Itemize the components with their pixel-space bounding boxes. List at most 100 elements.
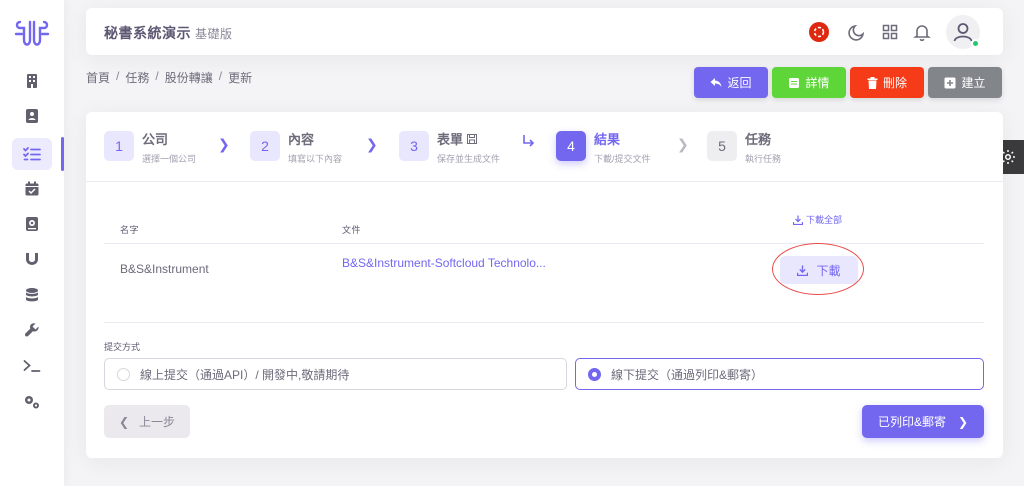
submit-offline-label: 線下提交（通過列印&郵寄） bbox=[611, 367, 764, 382]
step-task[interactable]: 5 任務 執行任務 bbox=[707, 129, 781, 165]
sidebar-item-address-book[interactable] bbox=[12, 208, 52, 240]
breadcrumb-home[interactable]: 首頁 bbox=[86, 69, 110, 86]
file-row-name: B&S&Instrument bbox=[120, 262, 209, 276]
printed-mailed-button[interactable]: 已列印&郵寄 ❯ bbox=[862, 405, 984, 438]
previous-step-label: 上一步 bbox=[139, 415, 176, 429]
step-subtitle: 下載/提交文件 bbox=[594, 154, 651, 164]
app-title: 秘書系統演示 基礎版 bbox=[104, 23, 233, 43]
plus-square-icon bbox=[944, 77, 956, 88]
step-title: 結果 bbox=[594, 132, 621, 147]
step-title: 任務 bbox=[745, 132, 772, 147]
reply-arrow-icon bbox=[710, 77, 722, 87]
sidebar-item-settings[interactable] bbox=[12, 386, 52, 418]
sidebar-item-magnet[interactable] bbox=[12, 243, 52, 275]
step-number: 4 bbox=[556, 131, 586, 161]
red-highlight-circle bbox=[772, 243, 864, 295]
step-title: 表單 bbox=[437, 129, 500, 148]
download-all-label: 下載全部 bbox=[806, 215, 843, 225]
step-subtitle: 填寫以下內容 bbox=[288, 154, 343, 164]
step-title-text: 表單 bbox=[437, 132, 464, 147]
step-form[interactable]: 3 表單 保存並生成文件 bbox=[399, 129, 500, 165]
trash-icon bbox=[867, 76, 878, 89]
detail-button-label: 詳情 bbox=[805, 76, 830, 90]
step-number: 1 bbox=[104, 131, 134, 161]
chevron-right-icon: ❯ bbox=[366, 136, 378, 152]
sidebar-item-tools[interactable] bbox=[12, 314, 52, 346]
table-header-divider bbox=[104, 243, 984, 244]
radio-offline[interactable] bbox=[588, 367, 601, 381]
cogs-icon bbox=[25, 396, 39, 409]
create-button[interactable]: 建立 bbox=[928, 67, 1002, 98]
address-book-icon bbox=[26, 217, 38, 231]
column-header-name: 名字 bbox=[120, 225, 140, 235]
submit-online-option[interactable]: 線上提交（通過API）/ 開發中,敬請期待 bbox=[104, 358, 567, 390]
calendar-check-icon bbox=[25, 181, 39, 196]
task-list-icon bbox=[23, 147, 41, 161]
sidebar bbox=[0, 0, 64, 486]
radio-online[interactable] bbox=[117, 367, 130, 381]
sidebar-item-calendar[interactable] bbox=[12, 173, 52, 205]
breadcrumb-tasks[interactable]: 任務 bbox=[125, 69, 149, 86]
turn-down-arrow-icon bbox=[522, 134, 536, 151]
terminal-icon bbox=[23, 360, 41, 372]
breadcrumb-separator: / bbox=[218, 69, 223, 83]
download-icon bbox=[793, 215, 803, 225]
back-button-label: 返回 bbox=[727, 76, 752, 90]
delete-button-label: 刪除 bbox=[882, 76, 907, 90]
submit-offline-option[interactable]: 線下提交（通過列印&郵寄） bbox=[575, 358, 984, 390]
sidebar-item-database[interactable] bbox=[12, 279, 52, 311]
printed-mailed-label: 已列印&郵寄 bbox=[877, 415, 946, 429]
step-title: 公司 bbox=[142, 132, 169, 147]
hong-kong-flag-icon bbox=[809, 22, 829, 42]
sidebar-item-companies[interactable] bbox=[12, 65, 52, 97]
breadcrumb-separator: / bbox=[116, 69, 120, 83]
chevron-right-icon: ❯ bbox=[957, 414, 969, 429]
grid-icon bbox=[882, 24, 898, 40]
document-icon bbox=[789, 77, 800, 88]
step-result[interactable]: 4 結果 下載/提交文件 bbox=[556, 129, 651, 165]
back-button[interactable]: 返回 bbox=[694, 67, 768, 98]
wizard-stepper: 1 公司 選擇一個公司 ❯ 2 內容 填寫以下內容 ❯ 3 表單 保存並生成文件 bbox=[86, 112, 1003, 182]
step-title: 內容 bbox=[288, 132, 315, 147]
building-icon bbox=[27, 74, 37, 88]
app-edition: 基礎版 bbox=[195, 27, 233, 41]
language-selector[interactable] bbox=[808, 21, 830, 43]
chevron-left-icon: ❮ bbox=[118, 414, 130, 429]
user-avatar[interactable] bbox=[946, 15, 980, 49]
breadcrumb-update: 更新 bbox=[228, 71, 253, 85]
sidebar-item-terminal[interactable] bbox=[12, 350, 52, 382]
app-logo[interactable] bbox=[8, 14, 56, 54]
step-content[interactable]: 2 內容 填寫以下內容 bbox=[250, 129, 342, 165]
step-number: 3 bbox=[399, 131, 429, 161]
step-subtitle: 執行任務 bbox=[745, 154, 782, 164]
breadcrumb-share-transfer[interactable]: 股份轉讓 bbox=[165, 69, 213, 86]
delete-button[interactable]: 刪除 bbox=[850, 67, 924, 98]
chevron-right-icon: ❯ bbox=[677, 136, 689, 152]
table-bottom-divider bbox=[104, 322, 984, 323]
step-company[interactable]: 1 公司 選擇一個公司 bbox=[104, 129, 196, 165]
moon-icon bbox=[848, 24, 865, 41]
submit-method-label: 提交方式 bbox=[104, 342, 141, 352]
file-row-link[interactable]: B&S&Instrument-Softcloud Technolo... bbox=[342, 256, 546, 270]
app-title-text: 秘書系統演示 bbox=[104, 25, 191, 41]
database-icon bbox=[26, 288, 38, 302]
notifications[interactable] bbox=[911, 21, 933, 43]
submit-online-label: 線上提交（通過API）/ 開發中,敬請期待 bbox=[140, 367, 350, 382]
detail-button[interactable]: 詳情 bbox=[772, 67, 846, 98]
online-status-dot bbox=[971, 39, 980, 48]
active-indicator bbox=[61, 137, 64, 171]
sidebar-item-contacts[interactable] bbox=[12, 100, 52, 132]
step-subtitle: 保存並生成文件 bbox=[437, 154, 501, 164]
previous-step-button[interactable]: ❮ 上一步 bbox=[104, 405, 190, 438]
step-number: 5 bbox=[707, 131, 737, 161]
download-all-link[interactable]: 下載全部 bbox=[793, 213, 842, 226]
wrench-icon bbox=[24, 323, 39, 337]
wizard-card: 1 公司 選擇一個公司 ❯ 2 內容 填寫以下內容 ❯ 3 表單 保存並生成文件 bbox=[86, 112, 1003, 458]
breadcrumb: 首頁 / 任務 / 股份轉讓 / 更新 bbox=[86, 69, 252, 86]
apps-menu[interactable] bbox=[879, 21, 901, 43]
breadcrumb-separator: / bbox=[155, 69, 159, 83]
sidebar-item-tasks[interactable] bbox=[12, 138, 52, 170]
chevron-right-icon: ❯ bbox=[218, 136, 230, 152]
theme-toggle[interactable] bbox=[846, 21, 868, 43]
magnet-icon bbox=[26, 253, 38, 265]
